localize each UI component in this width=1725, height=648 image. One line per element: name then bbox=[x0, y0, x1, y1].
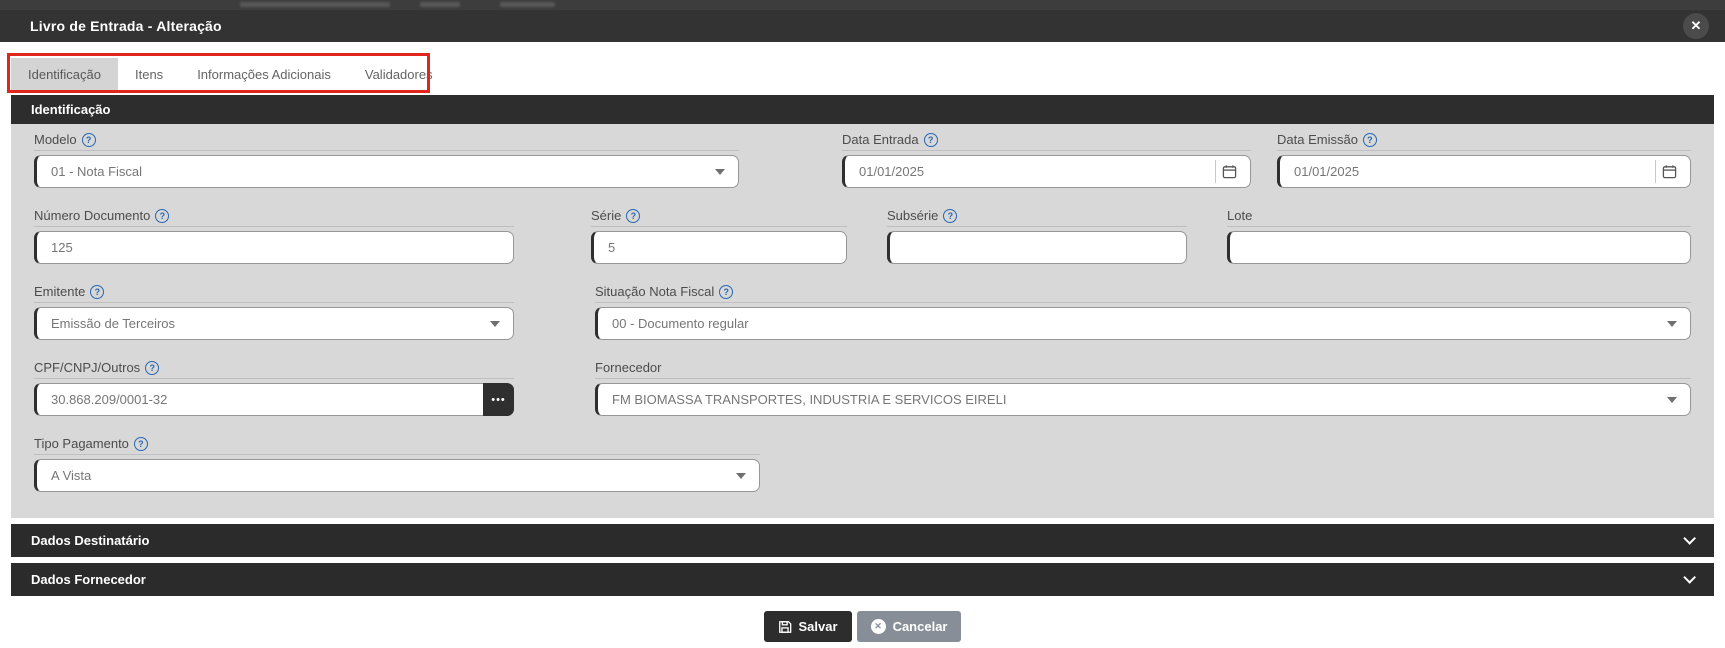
field-data-emissao: Data Emissão ? bbox=[1277, 132, 1691, 188]
dimmed-background-strip bbox=[0, 0, 1725, 10]
emitente-label: Emitente bbox=[34, 284, 86, 299]
field-numero-documento: Número Documento ? bbox=[34, 208, 514, 264]
data-emissao-input[interactable] bbox=[1294, 164, 1660, 179]
serie-input-wrap bbox=[591, 231, 847, 264]
modal-header: Livro de Entrada - Alteração ✕ bbox=[0, 10, 1725, 42]
field-lote: Lote bbox=[1227, 208, 1691, 264]
field-fornecedor: Fornecedor FM BIOMASSA TRANSPORTES, INDU… bbox=[595, 360, 1691, 416]
cancel-circle-x-icon: ✕ bbox=[870, 619, 886, 634]
form-row-2: Número Documento ? Série ? Subsérie ? bbox=[34, 208, 1691, 264]
section-header-identificacao: Identificação bbox=[11, 95, 1714, 124]
fornecedor-select[interactable]: FM BIOMASSA TRANSPORTES, INDUSTRIA E SER… bbox=[595, 383, 1691, 416]
save-button[interactable]: Salvar bbox=[763, 611, 852, 642]
help-icon[interactable]: ? bbox=[133, 436, 148, 451]
save-button-label: Salvar bbox=[798, 619, 838, 634]
chevron-down-icon bbox=[1683, 571, 1696, 584]
chevron-down-icon bbox=[736, 472, 746, 479]
chevron-down-icon bbox=[1667, 320, 1677, 327]
field-tipo-pagamento: Tipo Pagamento ? A Vista bbox=[34, 436, 760, 492]
help-icon[interactable]: ? bbox=[719, 284, 734, 299]
situacao-value: 00 - Documento regular bbox=[612, 316, 749, 331]
help-icon[interactable]: ? bbox=[923, 132, 938, 147]
cpf-cnpj-label: CPF/CNPJ/Outros bbox=[34, 360, 141, 375]
background-text-smudge bbox=[240, 2, 390, 7]
form-row-5: Tipo Pagamento ? A Vista bbox=[34, 436, 1691, 492]
accordion-label: Dados Fornecedor bbox=[31, 572, 146, 587]
lote-input[interactable] bbox=[1244, 240, 1660, 255]
section-title: Identificação bbox=[31, 102, 111, 117]
data-emissao-label: Data Emissão bbox=[1277, 132, 1358, 147]
tab-validadores[interactable]: Validadores bbox=[348, 58, 450, 91]
field-serie: Série ? bbox=[591, 208, 847, 264]
cpf-cnpj-input-wrap: ••• bbox=[34, 383, 514, 416]
numero-documento-input[interactable] bbox=[51, 240, 483, 255]
help-icon[interactable]: ? bbox=[1362, 132, 1377, 147]
field-data-entrada: Data Entrada ? bbox=[842, 132, 1251, 188]
situacao-label: Situação Nota Fiscal bbox=[595, 284, 715, 299]
cancel-button[interactable]: ✕ Cancelar bbox=[856, 611, 962, 642]
chevron-down-icon bbox=[1683, 532, 1696, 545]
modelo-label: Modelo bbox=[34, 132, 77, 147]
tab-itens[interactable]: Itens bbox=[118, 58, 180, 91]
subserie-input[interactable] bbox=[904, 240, 1156, 255]
field-modelo: Modelo ? 01 - Nota Fiscal bbox=[34, 132, 739, 188]
identification-form: Modelo ? 01 - Nota Fiscal Data Entrada ? bbox=[11, 124, 1714, 518]
numero-documento-label: Número Documento bbox=[34, 208, 151, 223]
cancel-button-label: Cancelar bbox=[892, 619, 948, 634]
subserie-label: Subsérie bbox=[887, 208, 939, 223]
footer-actions: Salvar ✕ Cancelar bbox=[0, 611, 1725, 642]
calendar-icon[interactable] bbox=[1215, 160, 1243, 183]
tab-bar: Identificação Itens Informações Adiciona… bbox=[0, 53, 1725, 93]
help-icon[interactable]: ? bbox=[81, 132, 96, 147]
accordion-dados-destinatario[interactable]: Dados Destinatário bbox=[11, 524, 1714, 557]
data-emissao-input-wrap bbox=[1277, 155, 1691, 188]
fornecedor-value: FM BIOMASSA TRANSPORTES, INDUSTRIA E SER… bbox=[612, 392, 1007, 407]
modelo-value: 01 - Nota Fiscal bbox=[51, 164, 143, 179]
tab-identificacao[interactable]: Identificação bbox=[11, 58, 118, 91]
field-subserie: Subsérie ? bbox=[887, 208, 1187, 264]
form-row-1: Modelo ? 01 - Nota Fiscal Data Entrada ? bbox=[34, 132, 1691, 188]
tab-informacoes-adicionais[interactable]: Informações Adicionais bbox=[180, 58, 348, 91]
save-floppy-icon bbox=[778, 620, 791, 633]
background-text-smudge bbox=[500, 2, 555, 7]
field-cpf-cnpj: CPF/CNPJ/Outros ? ••• bbox=[34, 360, 514, 416]
data-entrada-input[interactable] bbox=[859, 164, 1220, 179]
serie-label: Série bbox=[591, 208, 622, 223]
chevron-down-icon bbox=[1667, 396, 1677, 403]
chevron-down-icon bbox=[715, 168, 725, 175]
data-entrada-input-wrap bbox=[842, 155, 1251, 188]
help-icon[interactable]: ? bbox=[155, 208, 170, 223]
calendar-icon[interactable] bbox=[1655, 160, 1683, 183]
emitente-select[interactable]: Emissão de Terceiros bbox=[34, 307, 514, 340]
accordion-label: Dados Destinatário bbox=[31, 533, 150, 548]
help-icon[interactable]: ? bbox=[90, 284, 105, 299]
help-icon[interactable]: ? bbox=[943, 208, 958, 223]
tipo-pagamento-value: A Vista bbox=[51, 468, 92, 483]
field-emitente: Emitente ? Emissão de Terceiros bbox=[34, 284, 514, 340]
help-icon[interactable]: ? bbox=[626, 208, 641, 223]
lote-label: Lote bbox=[1227, 208, 1253, 223]
help-icon[interactable]: ? bbox=[145, 360, 160, 375]
close-icon[interactable]: ✕ bbox=[1683, 13, 1709, 39]
data-entrada-label: Data Entrada bbox=[842, 132, 919, 147]
form-row-4: CPF/CNPJ/Outros ? ••• Fornecedor FM BIOM… bbox=[34, 360, 1691, 416]
cpf-cnpj-input[interactable] bbox=[51, 392, 473, 407]
chevron-down-icon bbox=[490, 320, 500, 327]
numero-documento-input-wrap bbox=[34, 231, 514, 264]
subserie-input-wrap bbox=[887, 231, 1187, 264]
lookup-ellipsis-button[interactable]: ••• bbox=[483, 383, 514, 416]
accordion-dados-fornecedor[interactable]: Dados Fornecedor bbox=[11, 563, 1714, 596]
emitente-value: Emissão de Terceiros bbox=[51, 316, 176, 331]
lote-input-wrap bbox=[1227, 231, 1691, 264]
modelo-select[interactable]: 01 - Nota Fiscal bbox=[34, 155, 739, 188]
situacao-select[interactable]: 00 - Documento regular bbox=[595, 307, 1691, 340]
background-text-smudge bbox=[420, 2, 460, 7]
fornecedor-label: Fornecedor bbox=[595, 360, 662, 375]
tipo-pagamento-select[interactable]: A Vista bbox=[34, 459, 760, 492]
modal-title: Livro de Entrada - Alteração bbox=[30, 18, 222, 34]
serie-input[interactable] bbox=[608, 240, 816, 255]
field-situacao-nota-fiscal: Situação Nota Fiscal ? 00 - Documento re… bbox=[595, 284, 1691, 340]
form-row-3: Emitente ? Emissão de Terceiros Situação… bbox=[34, 284, 1691, 340]
tipo-pagamento-label: Tipo Pagamento bbox=[34, 436, 129, 451]
